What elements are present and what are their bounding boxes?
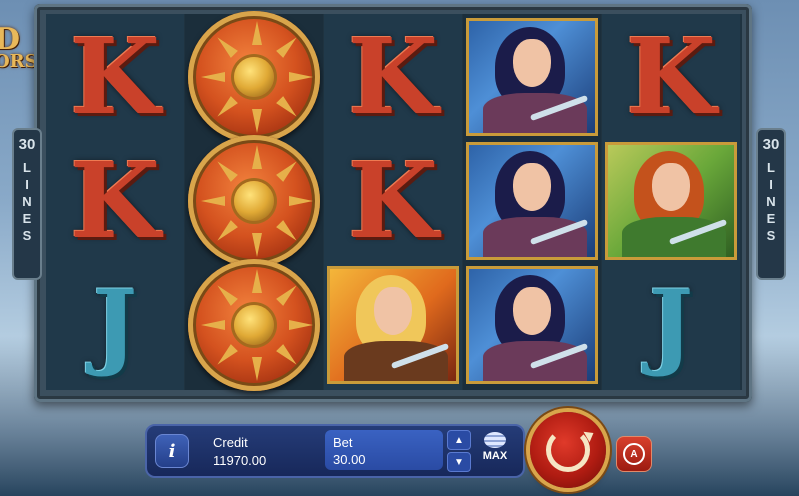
reel-cell	[464, 140, 600, 262]
face	[513, 287, 551, 335]
face	[374, 287, 412, 335]
info-button[interactable]: i	[155, 434, 189, 468]
reel-cell: K	[47, 16, 183, 138]
shield-spike	[276, 33, 301, 58]
shield-boss	[234, 305, 274, 345]
bet-label: Bet	[333, 435, 353, 450]
shield-icon	[188, 11, 320, 143]
reel-cell	[603, 140, 739, 262]
archer-red-symbol	[605, 142, 737, 260]
shield-spike	[276, 220, 301, 245]
reel-cell	[186, 259, 322, 391]
chevron-up-icon: ▲	[454, 434, 464, 446]
reel-cell	[186, 135, 322, 267]
bet-value: 30.00	[333, 452, 366, 467]
shield-boss	[234, 57, 274, 97]
chevron-down-icon: ▼	[454, 456, 464, 468]
symbol-k: K	[69, 15, 161, 138]
reel-5: KJ	[602, 14, 740, 390]
paylines-label: LINES	[766, 160, 776, 243]
autoplay-button[interactable]: A	[616, 436, 652, 472]
coins-icon	[484, 432, 506, 448]
face	[652, 163, 690, 211]
max-bet-label: MAX	[482, 450, 508, 462]
reel-cell: J	[603, 264, 739, 386]
shield-spike	[213, 344, 238, 369]
shield-spike	[213, 281, 238, 306]
reel-cell: K	[47, 140, 183, 262]
shield-spike	[213, 157, 238, 182]
shield-spike	[252, 233, 262, 257]
credit-value: 11970.00	[213, 453, 267, 468]
shield-icon	[188, 135, 320, 267]
symbol-j: J	[92, 270, 138, 380]
shield-spike	[252, 21, 262, 45]
shield-spike	[289, 196, 313, 206]
bet-increase-button[interactable]: ▲	[447, 430, 471, 450]
symbol-k: K	[625, 15, 717, 138]
logo-text-bottom: ORS	[0, 51, 38, 72]
shield-spike	[252, 357, 262, 381]
shield-spike	[276, 96, 301, 121]
credit-label: Credit	[213, 435, 248, 450]
reels-grid: KKJKKKJ	[46, 11, 742, 391]
reel-cell	[464, 264, 600, 386]
shield-spike	[289, 320, 313, 330]
shield-spike	[252, 269, 262, 293]
face	[513, 163, 551, 211]
reel-cell: J	[47, 264, 183, 386]
reel-cell: K	[325, 140, 461, 262]
paylines-count: 30	[762, 136, 780, 153]
shield-spike	[276, 281, 301, 306]
reel-1: KKJ	[46, 14, 184, 390]
bet-display: Bet 30.00	[325, 430, 443, 470]
reel-3: KK	[324, 14, 462, 390]
shield-spike	[276, 157, 301, 182]
reel-cell: K	[325, 16, 461, 138]
shield-spike	[252, 109, 262, 133]
symbol-k: K	[347, 15, 439, 138]
shield-spike	[213, 96, 238, 121]
symbol-k: K	[69, 139, 161, 262]
info-icon: i	[168, 440, 176, 462]
symbol-j: J	[648, 270, 694, 380]
reel-cell	[186, 11, 322, 143]
autoplay-icon: A	[623, 443, 645, 465]
paylines-count: 30	[18, 136, 36, 153]
shield-spike	[252, 145, 262, 169]
warrior-blonde-symbol	[327, 266, 459, 384]
paylines-indicator-right: 30 LINES	[756, 128, 786, 280]
shield-spike	[213, 33, 238, 58]
control-panel: i Credit 11970.00 Bet 30.00 ▲ ▼ MAX	[145, 424, 525, 478]
face	[513, 39, 551, 87]
archer-dark-symbol	[466, 266, 598, 384]
archer-dark-symbol	[466, 142, 598, 260]
shield-spike	[213, 220, 238, 245]
max-bet-button[interactable]: MAX	[475, 430, 515, 470]
reel-cell	[325, 264, 461, 386]
reel-2	[185, 11, 323, 391]
paylines-indicator-left: 30 LINES	[12, 128, 42, 280]
shield-spike	[276, 344, 301, 369]
spin-arrow-icon	[546, 428, 590, 472]
reel-cell: K	[603, 16, 739, 138]
symbol-k: K	[347, 139, 439, 262]
shield-spike	[289, 72, 313, 82]
paylines-label: LINES	[22, 160, 32, 243]
shield-spike	[201, 72, 225, 82]
reel-cell	[464, 16, 600, 138]
reel-4	[463, 14, 601, 390]
bet-decrease-button[interactable]: ▼	[447, 452, 471, 472]
shield-spike	[201, 196, 225, 206]
shield-icon	[188, 259, 320, 391]
archer-dark-symbol	[466, 18, 598, 136]
shield-spike	[201, 320, 225, 330]
spin-button[interactable]	[530, 412, 606, 488]
shield-boss	[234, 181, 274, 221]
